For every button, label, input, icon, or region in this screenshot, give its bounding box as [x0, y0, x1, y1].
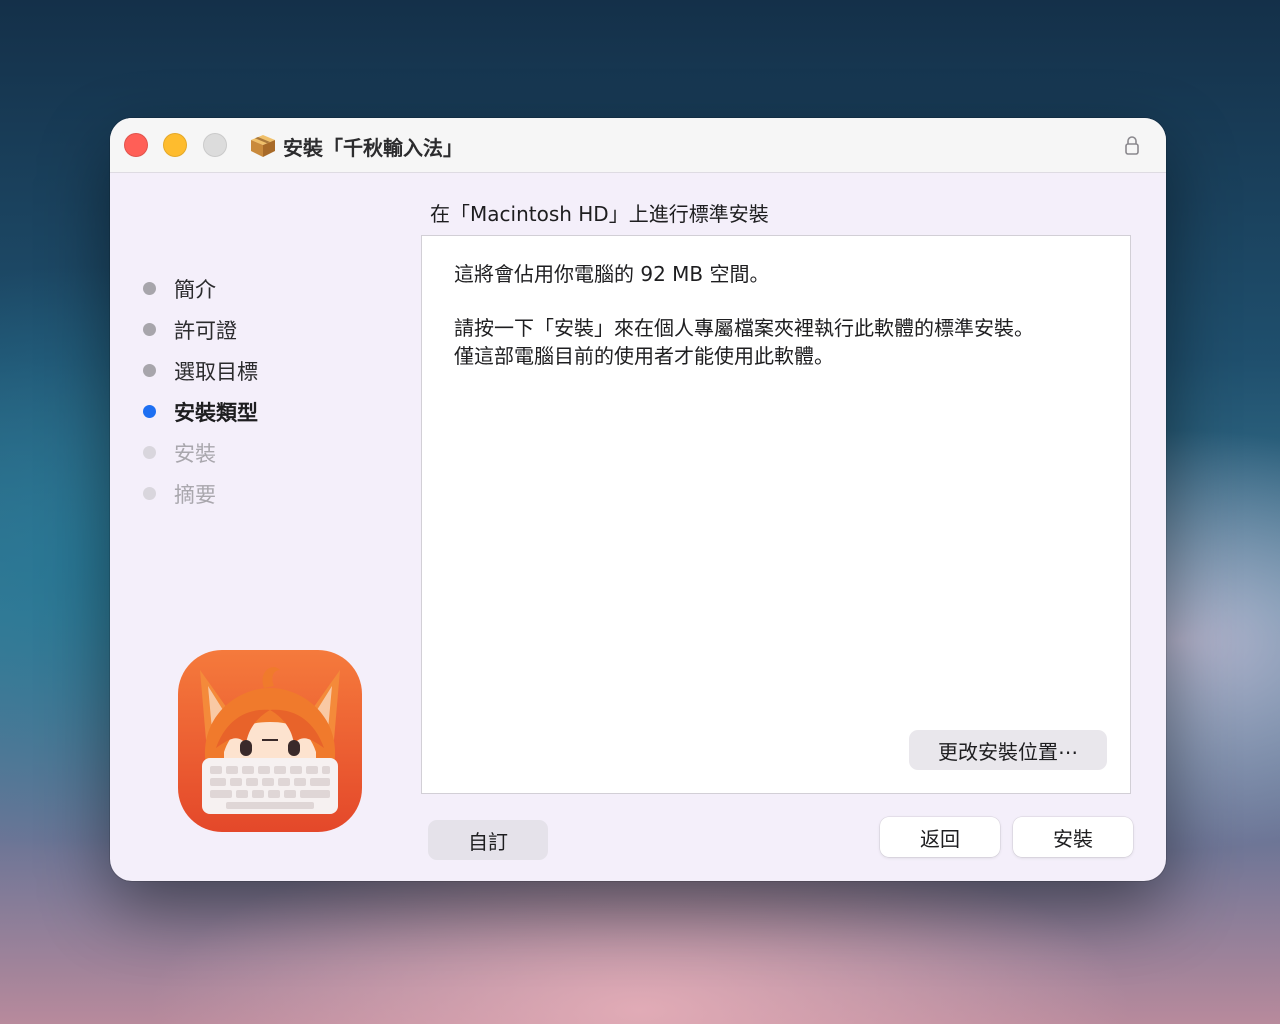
step-label: 安裝類型	[174, 400, 258, 425]
step-dot	[143, 446, 156, 459]
disk-space-text: 這將會佔用你電腦的 92 MB 空間。	[454, 262, 770, 286]
step-license: 許可證	[143, 309, 258, 350]
zoom-button[interactable]	[203, 133, 227, 157]
install-description-line: 僅這部電腦目前的使用者才能使用此軟體。	[454, 344, 834, 368]
step-installation: 安裝	[143, 432, 258, 473]
close-button[interactable]	[124, 133, 148, 157]
installer-steps: 簡介 許可證 選取目標 安裝類型 安裝 摘要	[143, 268, 258, 514]
change-install-location-button[interactable]: 更改安裝位置⋯	[909, 730, 1107, 770]
window-title: 安裝「千秋輸入法」	[283, 136, 463, 160]
step-destination: 選取目標	[143, 350, 258, 391]
package-icon	[251, 135, 275, 157]
step-dot	[143, 487, 156, 500]
install-description-line: 請按一下「安裝」來在個人專屬檔案夾裡執行此軟體的標準安裝。	[454, 316, 1034, 340]
step-dot	[143, 282, 156, 295]
back-button[interactable]: 返回	[880, 817, 1000, 857]
minimize-button[interactable]	[163, 133, 187, 157]
step-label: 許可證	[174, 318, 237, 343]
step-dot-current	[143, 405, 156, 418]
lock-icon[interactable]	[1124, 135, 1140, 155]
installer-window: 安裝「千秋輸入法」 簡介 許可證 選取目標 安裝類型 安裝 摘要 在「Macin…	[110, 118, 1166, 881]
title-bar: 安裝「千秋輸入法」	[110, 118, 1166, 173]
step-label: 摘要	[174, 482, 216, 507]
step-summary: 摘要	[143, 473, 258, 514]
step-label: 簡介	[174, 277, 216, 302]
step-label: 安裝	[174, 441, 216, 466]
install-button[interactable]: 安裝	[1013, 817, 1133, 857]
step-label: 選取目標	[174, 359, 258, 384]
install-heading: 在「Macintosh HD」上進行標準安裝	[430, 202, 769, 226]
content-panel: 這將會佔用你電腦的 92 MB 空間。 請按一下「安裝」來在個人專屬檔案夾裡執行…	[421, 235, 1131, 794]
step-dot	[143, 323, 156, 336]
step-introduction: 簡介	[143, 268, 258, 309]
app-logo	[178, 650, 362, 832]
customize-button[interactable]: 自訂	[428, 820, 548, 860]
install-description: 請按一下「安裝」來在個人專屬檔案夾裡執行此軟體的標準安裝。 僅這部電腦目前的使用…	[454, 314, 1034, 370]
step-installation-type: 安裝類型	[143, 391, 258, 432]
step-dot	[143, 364, 156, 377]
